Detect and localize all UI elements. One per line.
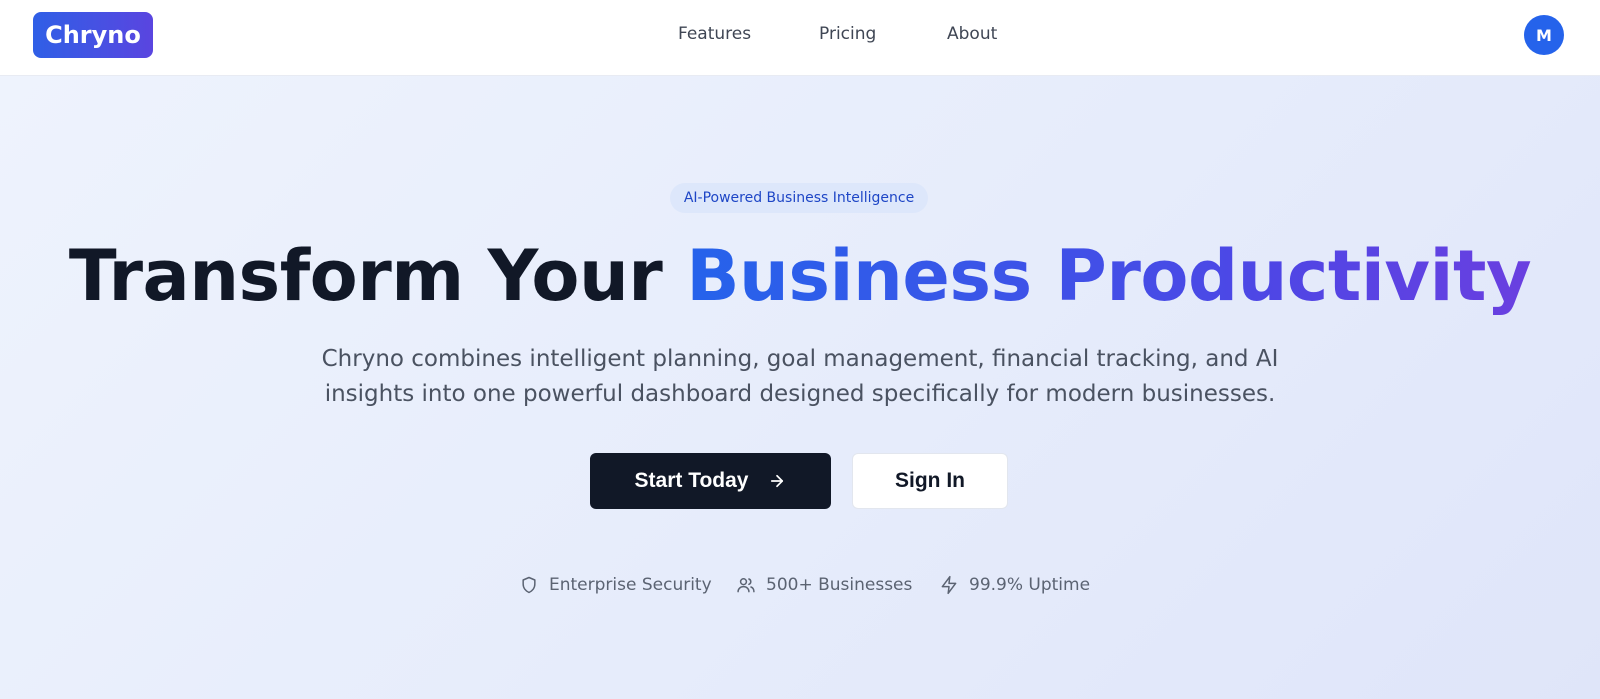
user-avatar[interactable]: M <box>1524 15 1564 55</box>
hero-headline: Transform Your Business Productivity <box>0 228 1600 324</box>
shield-icon <box>519 575 539 595</box>
trust-item-security: Enterprise Security <box>519 572 712 598</box>
nav-link-about[interactable]: About <box>947 24 997 44</box>
trust-item-uptime: 99.9% Uptime <box>939 572 1090 598</box>
trust-label-businesses: 500+ Businesses <box>766 575 913 595</box>
lightning-icon <box>939 575 959 595</box>
start-today-button[interactable]: Start Today <box>590 453 831 509</box>
sign-in-button[interactable]: Sign In <box>852 453 1008 509</box>
headline-lead-text: Transform Your <box>68 235 687 317</box>
users-icon <box>736 575 756 595</box>
main-nav: Features Pricing About <box>0 0 1600 72</box>
brand-logo[interactable]: Chryno <box>33 12 153 58</box>
trust-label-security: Enterprise Security <box>549 575 712 595</box>
start-today-label: Start Today <box>634 469 749 492</box>
nav-link-pricing[interactable]: Pricing <box>819 24 876 44</box>
top-navbar: Chryno Features Pricing About M <box>0 0 1600 76</box>
nav-link-features[interactable]: Features <box>678 24 751 44</box>
hero-subtitle: Chryno combines intelligent planning, go… <box>321 346 1279 407</box>
trust-label-uptime: 99.9% Uptime <box>969 575 1091 595</box>
hero-badge: AI-Powered Business Intelligence <box>670 183 928 213</box>
arrow-right-icon <box>768 472 786 490</box>
trust-item-businesses: 500+ Businesses <box>736 572 912 598</box>
sign-in-label: Sign In <box>895 469 965 492</box>
headline-accent-text: Business Productivity <box>686 235 1532 317</box>
